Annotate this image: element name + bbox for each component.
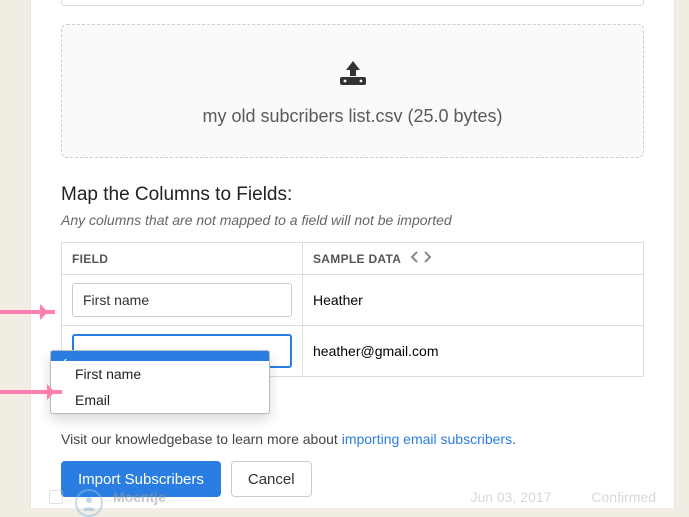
dropdown-option-email[interactable]: Email (51, 387, 269, 413)
row-checkbox[interactable] (49, 490, 63, 504)
avatar (75, 489, 103, 517)
field-select-dropdown: First name Email (50, 350, 270, 414)
help-prefix: Visit our knowledgebase to learn more ab… (61, 431, 342, 447)
map-columns-title: Map the Columns to Fields: (61, 184, 644, 206)
help-link[interactable]: importing email subscribers (342, 431, 512, 447)
sample-data-cell: Heather (303, 275, 644, 326)
dropdown-option-blank[interactable] (51, 351, 269, 361)
file-upload-dropzone[interactable]: my old subcribers list.csv (25.0 bytes) (61, 24, 644, 158)
sample-prev-icon[interactable] (410, 251, 420, 263)
upload-icon (336, 59, 370, 92)
map-columns-note: Any columns that are not mapped to a fie… (61, 212, 644, 228)
header-field: FIELD (62, 243, 303, 275)
field-select-row-1[interactable]: First name (72, 283, 292, 317)
subscriber-status: Confirmed (591, 489, 656, 505)
header-sample: SAMPLE DATA (303, 243, 644, 275)
dropdown-option-first-name[interactable]: First name (51, 361, 269, 387)
header-sample-label: SAMPLE DATA (313, 252, 401, 266)
table-row: First name Heather (62, 275, 644, 326)
help-suffix: . (512, 431, 516, 447)
background-subscriber-row: Moentje Jun 03, 2017 Confirmed (31, 486, 674, 508)
uploaded-filename: my old subcribers list.csv (25.0 bytes) (72, 106, 633, 127)
sample-data-cell: heather@gmail.com (303, 326, 644, 377)
subscriber-name: Moentje (113, 489, 166, 505)
sample-next-icon[interactable] (422, 251, 432, 263)
import-panel: my old subcribers list.csv (25.0 bytes) … (30, 0, 675, 508)
collapsed-prev-section (61, 0, 644, 6)
annotation-arrow-dropdown-option (0, 390, 62, 394)
subscriber-date: Jun 03, 2017 (470, 489, 551, 505)
annotation-arrow-field-select (0, 310, 55, 314)
help-text: Visit our knowledgebase to learn more ab… (61, 431, 644, 447)
